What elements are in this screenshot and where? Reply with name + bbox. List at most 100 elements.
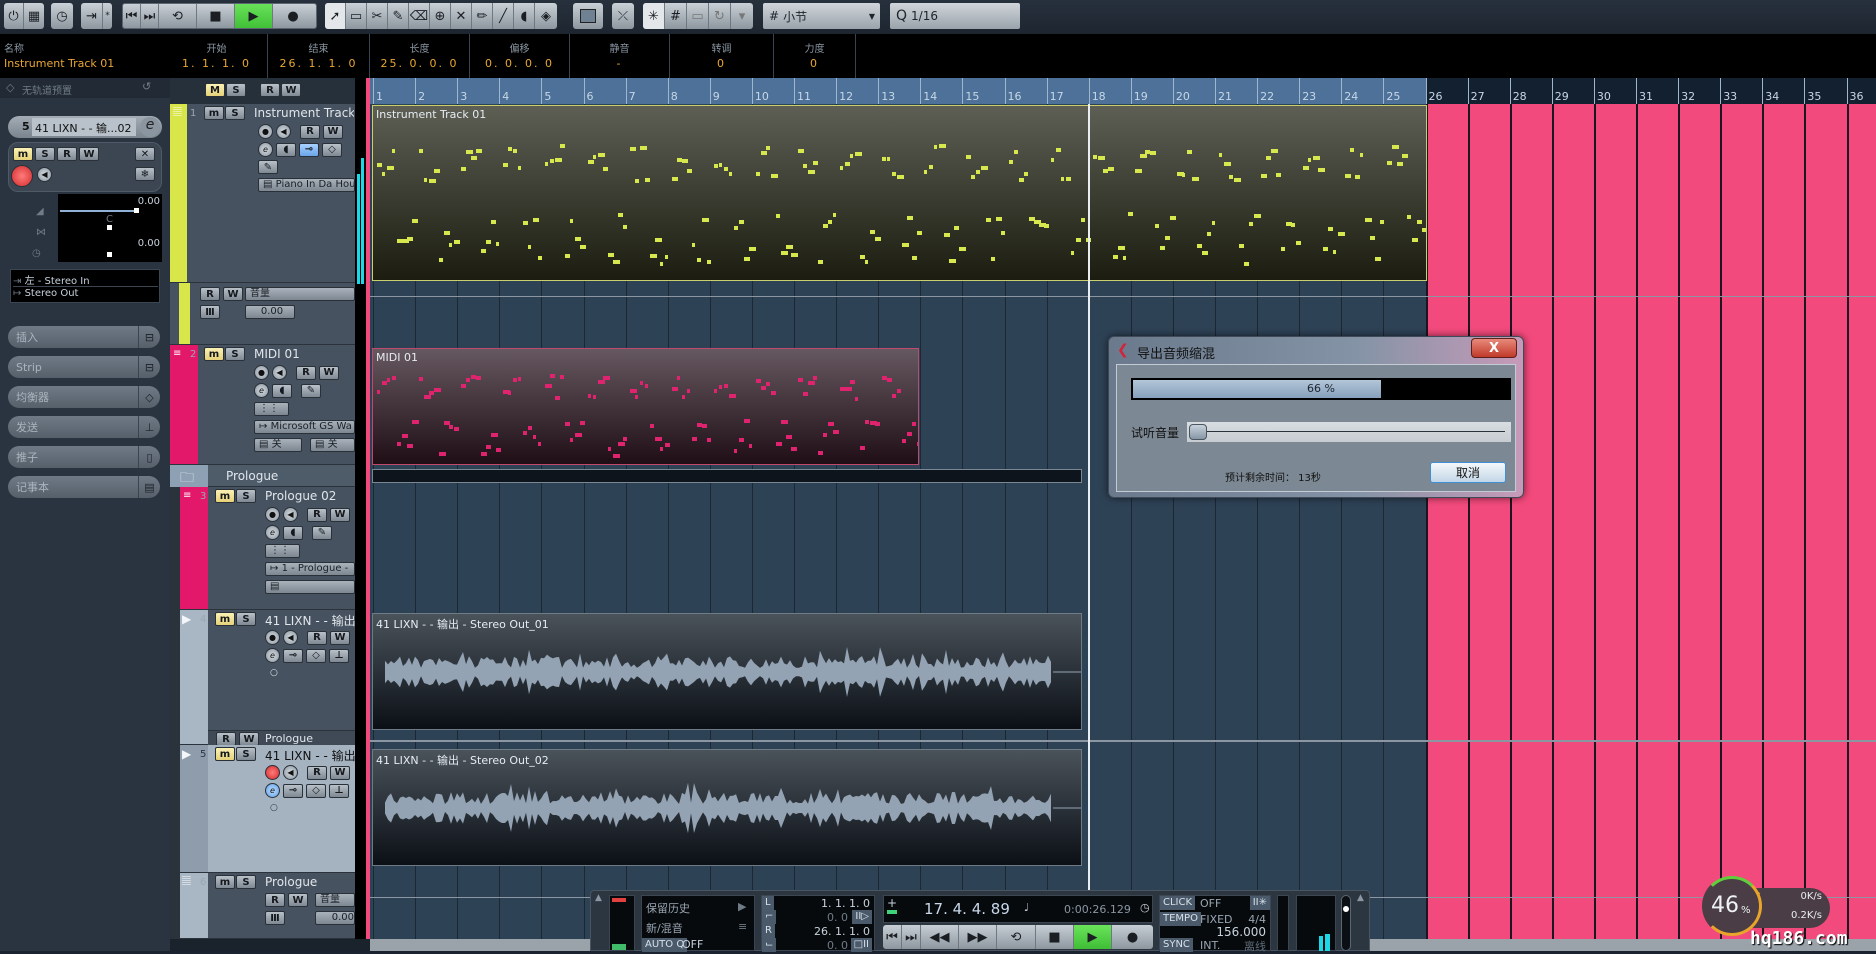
track-2[interactable]: ≡ 2 mS MIDI 01 ●◀RW e◖✎ ⋮⋮ 2 ↦ Microsoft…	[170, 345, 355, 465]
ruler[interactable]: 1234567891011121314151617181920212223242…	[370, 78, 1876, 104]
event-display[interactable]: Instrument Track 01 MIDI 01 41 LIXN - - …	[370, 104, 1876, 939]
autoq-label[interactable]: AUTO Q	[642, 938, 687, 952]
midi-output-field[interactable]: ↦ 1 - Prologue -	[265, 562, 355, 576]
mute-button[interactable]: m	[204, 106, 224, 120]
write-button[interactable]: W	[239, 732, 259, 746]
global-write-button[interactable]: W	[281, 83, 301, 97]
instrument-field[interactable]: ▤ Piano In Da Hous	[258, 178, 355, 192]
bank-field[interactable]: ▤ 关	[254, 438, 302, 452]
read-button[interactable]: R	[216, 732, 236, 746]
power-icon[interactable]: ⏻	[4, 3, 24, 29]
global-mute-button[interactable]: M	[205, 83, 225, 97]
autoscroll-button[interactable]: ⤫	[612, 3, 634, 29]
write-button[interactable]: W	[319, 366, 339, 380]
cycle-button[interactable]: ⟲	[159, 3, 197, 29]
punch-out-icon[interactable]: ⌙	[762, 938, 776, 952]
monitor-button[interactable]: ◀	[283, 765, 298, 780]
play-tool[interactable]: ◖	[514, 3, 535, 29]
record-button[interactable]: ●	[273, 3, 313, 29]
write-button[interactable]: W	[330, 766, 350, 780]
edit-channel-button[interactable]: e	[254, 383, 269, 398]
go-to-end-button[interactable]: ⏭	[902, 925, 921, 949]
track-name[interactable]: 41 LIXN - - 输出 -	[265, 612, 355, 629]
folder-icon-cell[interactable]: 🗀	[170, 465, 208, 487]
punch-in-button[interactable]: II▷	[852, 910, 872, 924]
record-enable-button[interactable]: ●	[265, 630, 280, 645]
edit-channel-button[interactable]: e	[265, 648, 280, 663]
track-name[interactable]: Prologue 02	[265, 489, 365, 503]
auto-mode-button[interactable]: ⇥ *	[81, 3, 112, 29]
global-solo-button[interactable]: S	[226, 83, 246, 97]
track-4[interactable]: ▶ 4 mS 41 LIXN - - 输出 - ●◀RW e⊸◇⊥ ○ RW P…	[170, 610, 355, 745]
inspector-section-fader[interactable]: 推子▯	[8, 446, 160, 468]
inspector-section-eq[interactable]: 均衡器◇	[8, 386, 160, 408]
info-value[interactable]: 26. 1. 1. 0	[268, 57, 369, 70]
zoom-tool[interactable]: ⊕	[430, 3, 451, 29]
color-tool[interactable]: ◈	[535, 3, 557, 29]
line-tool[interactable]: ╱	[493, 3, 514, 29]
stop-button[interactable]: ■	[197, 3, 235, 29]
solo-button[interactable]: S	[225, 106, 245, 120]
info-col-start[interactable]: 开始 1. 1. 1. 0	[166, 34, 268, 78]
freeze-button[interactable]: ◖	[276, 143, 296, 157]
click-button[interactable]: CLICK	[1160, 896, 1195, 910]
delay-handle[interactable]	[107, 252, 112, 257]
events-icon[interactable]: ▭	[687, 3, 709, 29]
slider-thumb[interactable]	[1189, 424, 1207, 440]
write-button[interactable]: W	[330, 508, 350, 522]
magnetic-cursor-icon[interactable]: ▾	[731, 3, 753, 29]
folder-name[interactable]: Prologue	[226, 469, 278, 483]
write-button[interactable]: W	[223, 287, 243, 301]
automation-parameter[interactable]: 音量	[245, 287, 355, 301]
playhead-cursor[interactable]	[1088, 104, 1090, 939]
keep-history-label[interactable]: 保留历史	[646, 900, 690, 916]
lanes-indicator-icon[interactable]: ○	[270, 803, 278, 813]
output-routing[interactable]: ↦ Stereo Out	[13, 288, 78, 299]
edit-channel-button[interactable]: e	[265, 783, 280, 798]
bypass-icon[interactable]: ✕	[135, 147, 155, 161]
go-to-start-button[interactable]: ⏮	[123, 3, 141, 29]
info-value[interactable]: Instrument Track 01	[4, 57, 170, 70]
inspector-section-sends[interactable]: 发送⊥	[8, 416, 160, 438]
midi-part[interactable]: MIDI 01	[372, 348, 919, 465]
tempo-button[interactable]: TEMPO	[1160, 912, 1201, 926]
automation-value[interactable]: 0.00	[245, 305, 295, 319]
monitor-button[interactable]: ◀	[37, 167, 52, 182]
write-button[interactable]: W	[288, 893, 308, 907]
read-button[interactable]: R	[300, 125, 320, 139]
output-level-slider[interactable]	[1341, 895, 1351, 951]
info-col-length[interactable]: 长度 25. 0. 0. 0	[370, 34, 470, 78]
track-preset-bar[interactable]: ◇ 无轨道预置 ↺	[0, 78, 170, 98]
send-bypass-button[interactable]: ⊥	[329, 649, 349, 663]
volume-fader-handle[interactable]	[134, 208, 139, 213]
mute-button[interactable]: m	[204, 347, 224, 361]
program-field[interactable]: ▤ 关	[310, 438, 355, 452]
freeze-button[interactable]: ◖	[283, 526, 303, 540]
edit-instrument-icon[interactable]: e	[140, 117, 160, 137]
read-button[interactable]: R	[307, 766, 327, 780]
glue-tool[interactable]: ✎	[388, 3, 409, 29]
mute-button[interactable]: m	[215, 489, 235, 503]
info-col-end[interactable]: 结束 26. 1. 1. 0	[268, 34, 370, 78]
layout-icon[interactable]: ▦	[24, 3, 44, 29]
solo-button[interactable]: S	[236, 875, 256, 889]
write-button[interactable]: W	[330, 631, 350, 645]
track-4-sublane[interactable]: RW Prologue	[208, 730, 355, 745]
postroll-value[interactable]: 0. 0	[827, 939, 848, 952]
inspector-track-name-bar[interactable]: 5 41 LIXN - - 输...02 e	[8, 116, 162, 138]
snap-type-dropdown[interactable]: # 小节 ▼	[763, 3, 880, 29]
right-locator-icon[interactable]: R	[762, 924, 775, 938]
midi-channel-field[interactable]: ⋮⋮ 2	[254, 402, 289, 416]
automation-lanes-button[interactable]: Ⅲ	[265, 911, 285, 925]
split-tool[interactable]: ✂	[367, 3, 388, 29]
track-3[interactable]: ≡ 3 mS Prologue 02 ●◀RW e◖✎ ⋮⋮ 1 ↦ 1 - P…	[170, 487, 355, 610]
read-button[interactable]: R	[57, 147, 77, 161]
info-col-offset[interactable]: 偏移 0. 0. 0. 0	[470, 34, 570, 78]
folder-track[interactable]: 🗀 Prologue	[170, 465, 355, 487]
reload-icon[interactable]: ↺	[142, 80, 151, 93]
track-name[interactable]: Instrument Track 01	[254, 106, 354, 120]
click-settings-icon[interactable]: II✳	[1250, 896, 1270, 910]
lanes-indicator-icon[interactable]: ○	[270, 668, 278, 678]
edit-instrument-button[interactable]: ✎	[258, 160, 278, 174]
edit-instrument-button[interactable]: ✎	[312, 526, 332, 540]
